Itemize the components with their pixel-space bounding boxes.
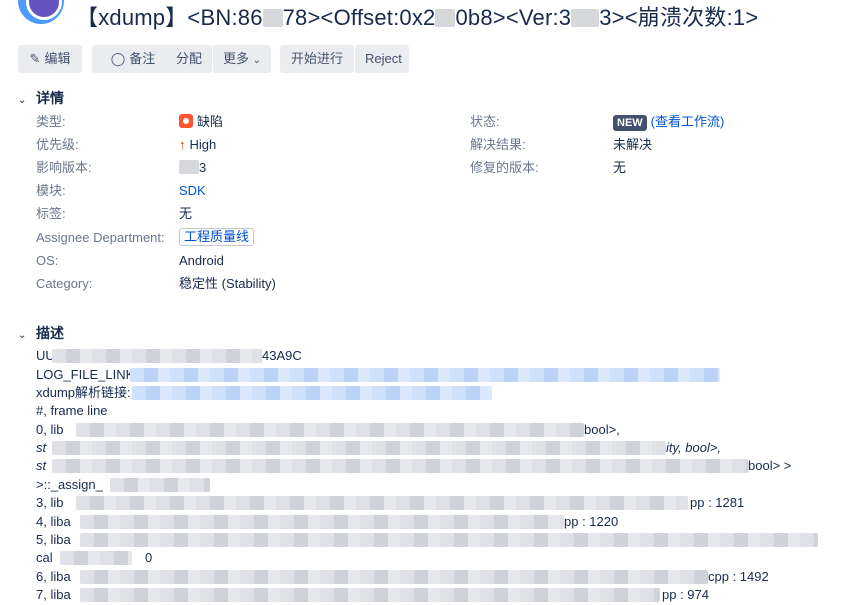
title-text: 0b8><Ver:3: [455, 5, 572, 30]
pencil-icon: ✎: [29, 51, 41, 66]
description-line: 4, liba: [36, 514, 71, 529]
comment-button[interactable]: ◯ 备注: [92, 45, 174, 73]
description-line: bool>,: [584, 422, 620, 437]
title-text: 【xdump】<BN:86: [76, 5, 263, 30]
priority-label: 优先级:: [36, 137, 79, 152]
type-label: 类型:: [36, 114, 66, 129]
redacted-text: [80, 588, 660, 602]
redacted-mask: [435, 9, 456, 27]
bug-icon: [179, 114, 193, 128]
redacted-text: [76, 496, 688, 510]
project-avatar: [18, 0, 64, 24]
assign-button[interactable]: 分配: [166, 45, 212, 73]
reject-button[interactable]: Reject: [355, 45, 409, 73]
status-badge: NEW: [613, 115, 647, 131]
fix-version-value: 无: [613, 160, 627, 175]
description-line: pp : 974: [662, 587, 709, 602]
affects-version-value: 3: [179, 159, 206, 177]
type-value: 缺陷: [179, 113, 223, 131]
description-line: cpp : 1492: [708, 569, 769, 584]
description-line: 0: [145, 550, 153, 565]
issue-title: 【xdump】<BN:86 78><Offset:0x2 0b8><Ver:3 3><…: [76, 4, 758, 32]
details-section-header[interactable]: ⌄ 详情: [18, 88, 64, 108]
labels-value: 无: [179, 206, 193, 221]
chevron-down-icon: ⌄: [252, 55, 262, 66]
title-text: 3><崩溃次数:1>: [599, 5, 759, 30]
os-label: OS:: [36, 253, 59, 268]
description-line: st: [36, 458, 47, 473]
more-button[interactable]: 更多 ⌄: [213, 45, 271, 73]
description-line: 43A9C: [262, 348, 302, 363]
redacted-text: [52, 441, 666, 455]
comment-icon: ◯: [110, 51, 126, 66]
description-line: pp : 1281: [690, 495, 745, 510]
redacted-mask: [262, 9, 283, 27]
arrow-up-icon: ↑: [179, 137, 186, 152]
component-link[interactable]: SDK: [179, 182, 206, 200]
description-line: cal: [36, 550, 53, 565]
redacted-link[interactable]: [132, 386, 492, 400]
resolution-label: 解决结果:: [470, 137, 526, 152]
status-value: NEW (查看工作流): [613, 113, 724, 131]
redacted-text: [110, 478, 210, 492]
resolution-value: 未解决: [613, 137, 653, 152]
redacted-mask: [179, 160, 199, 174]
department-tag[interactable]: 工程质量线: [179, 228, 255, 246]
redacted-mask: [571, 9, 600, 27]
redacted-text: [80, 570, 708, 584]
title-text: 78><Offset:0x2: [282, 5, 436, 30]
description-line: 6, liba: [36, 569, 71, 584]
chevron-down-icon: ⌄: [18, 95, 27, 106]
description-line: ity, bool>,: [666, 440, 722, 455]
view-workflow-link[interactable]: (查看工作流): [651, 114, 725, 129]
assignee-department-value: 工程质量线: [179, 228, 255, 246]
category-value: 稳定性 (Stability): [179, 276, 276, 291]
log-file-link-line: LOG_FILE_LINK: [36, 367, 135, 382]
description-line: st: [36, 440, 47, 455]
edit-button[interactable]: ✎ 编辑: [18, 45, 82, 73]
component-label: 模块:: [36, 183, 66, 198]
redacted-text: [80, 533, 818, 547]
description-line: 3, lib: [36, 495, 64, 510]
description-line: 5, liba: [36, 532, 71, 547]
os-value: Android: [179, 253, 224, 268]
redacted-text: [52, 459, 748, 473]
description-line: bool> >: [748, 458, 792, 473]
priority-value: ↑ High: [179, 137, 217, 152]
category-label: Category:: [36, 276, 93, 291]
status-label: 状态:: [470, 114, 500, 129]
start-progress-button[interactable]: 开始进行: [280, 45, 354, 73]
description-line: >::_assign_: [36, 477, 103, 492]
description-line: 0, lib: [36, 422, 64, 437]
chevron-down-icon: ⌄: [18, 330, 27, 341]
monster-avatar-icon: [26, 0, 62, 20]
redacted-text: [60, 551, 132, 565]
redacted-text: [52, 349, 262, 363]
affects-version-label: 影响版本:: [36, 160, 92, 175]
fix-version-label: 修复的版本:: [470, 160, 539, 175]
redacted-text: [80, 515, 564, 529]
description-line: #, frame line: [36, 403, 108, 418]
xdump-link-line: xdump解析链接:: [36, 385, 131, 400]
redacted-text: [76, 423, 584, 437]
redacted-link[interactable]: [130, 368, 720, 382]
description-line: 7, liba: [36, 587, 71, 602]
assignee-department-label: Assignee Department:: [36, 230, 165, 245]
description-line: pp : 1220: [564, 514, 619, 529]
description-section-header[interactable]: ⌄ 描述: [18, 323, 64, 343]
labels-label: 标签:: [36, 206, 66, 221]
